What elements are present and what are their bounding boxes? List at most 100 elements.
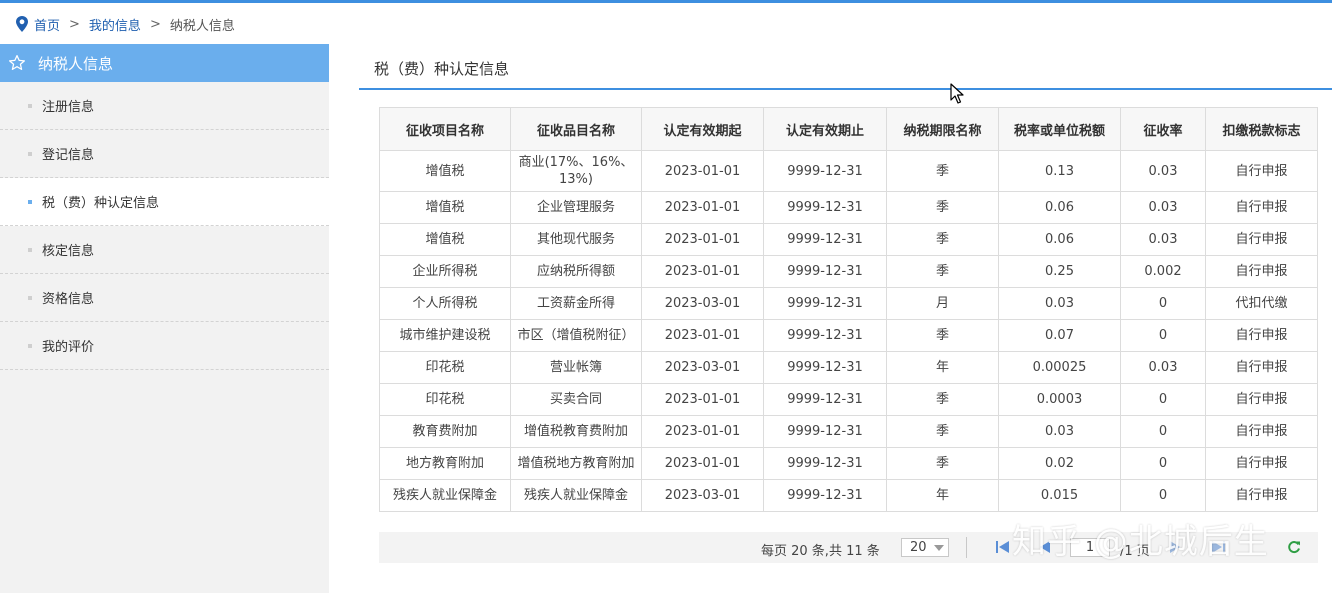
table-row: 增值税 商业(17%、16%、13%) 2023-01-01 9999-12-3… — [379, 150, 1318, 192]
table-cell: 0.07 — [998, 319, 1121, 352]
table-row: 个人所得税 工资薪金所得 2023-03-01 9999-12-31 月 0.0… — [379, 287, 1318, 320]
table-cell: 0.0003 — [998, 383, 1121, 416]
table-cell: 2023-01-01 — [641, 383, 764, 416]
column-header: 征收品目名称 — [510, 107, 642, 151]
sidebar-item-label: 注册信息 — [42, 100, 95, 115]
table-cell: 0.06 — [998, 191, 1121, 224]
table-cell: 自行申报 — [1205, 351, 1318, 384]
table-cell: 印花税 — [379, 351, 511, 384]
sidebar-item-registration[interactable]: 注册信息 — [0, 82, 329, 130]
table-cell: 增值税 — [379, 223, 511, 256]
table-cell: 9999-12-31 — [763, 150, 887, 192]
sidebar-item-qualification[interactable]: 资格信息 — [0, 274, 329, 322]
table-cell: 2023-01-01 — [641, 223, 764, 256]
table-cell: 9999-12-31 — [763, 223, 887, 256]
table-cell: 增值税 — [379, 191, 511, 224]
column-header: 认定有效期起 — [641, 107, 764, 151]
sidebar-item-evaluation[interactable]: 我的评价 — [0, 322, 329, 370]
breadcrumb-current: 纳税人信息 — [169, 18, 235, 34]
table-row: 地方教育附加 增值税地方教育附加 2023-01-01 9999-12-31 季… — [379, 447, 1318, 480]
pager-divider — [966, 537, 967, 558]
table-cell: 季 — [886, 255, 999, 288]
table-cell: 0.03 — [1120, 351, 1206, 384]
table-cell: 9999-12-31 — [763, 287, 887, 320]
table-cell: 9999-12-31 — [763, 319, 887, 352]
table-cell: 自行申报 — [1205, 150, 1318, 192]
table-row: 城市维护建设税 市区（增值税附征） 2023-01-01 9999-12-31 … — [379, 319, 1318, 352]
table-cell: 季 — [886, 415, 999, 448]
breadcrumb-my-info-link[interactable]: 我的信息 — [89, 15, 141, 34]
page-size-select[interactable]: 20 — [901, 538, 949, 557]
table-cell: 自行申报 — [1205, 255, 1318, 288]
sidebar-item-label: 资格信息 — [42, 292, 95, 307]
mouse-cursor-icon — [950, 83, 964, 104]
table-row: 增值税 其他现代服务 2023-01-01 9999-12-31 季 0.06 … — [379, 223, 1318, 256]
tax-type-table: 征收项目名称 征收品目名称 认定有效期起 认定有效期止 纳税期限名称 税率或单位… — [379, 107, 1318, 512]
table-cell: 季 — [886, 383, 999, 416]
table-row: 企业所得税 应纳税所得额 2023-01-01 9999-12-31 季 0.2… — [379, 255, 1318, 288]
table-row: 印花税 营业帐簿 2023-03-01 9999-12-31 年 0.00025… — [379, 351, 1318, 384]
breadcrumb-separator: > — [149, 16, 161, 32]
table-cell: 0.03 — [1120, 150, 1206, 192]
table-cell: 0.25 — [998, 255, 1121, 288]
table-cell: 2023-01-01 — [641, 415, 764, 448]
table-cell: 季 — [886, 223, 999, 256]
table-cell: 0.02 — [998, 447, 1121, 480]
dropdown-arrow-icon — [934, 545, 944, 551]
sidebar-item-record[interactable]: 登记信息 — [0, 130, 329, 178]
table-cell: 9999-12-31 — [763, 479, 887, 512]
table-cell: 季 — [886, 319, 999, 352]
table-cell: 残疾人就业保障金 — [379, 479, 511, 512]
table-cell: 0.03 — [1120, 223, 1206, 256]
refresh-icon[interactable] — [1287, 540, 1301, 554]
column-header: 扣缴税款标志 — [1205, 107, 1318, 151]
table-cell: 0 — [1120, 383, 1206, 416]
table-cell: 个人所得税 — [379, 287, 511, 320]
table-cell: 0 — [1120, 319, 1206, 352]
table-cell: 自行申报 — [1205, 415, 1318, 448]
table-cell: 年 — [886, 351, 999, 384]
table-cell: 季 — [886, 150, 999, 192]
bullet-icon — [28, 151, 32, 156]
table-cell: 应纳税所得额 — [510, 255, 642, 288]
table-cell: 自行申报 — [1205, 319, 1318, 352]
table-cell: 增值税教育费附加 — [510, 415, 642, 448]
page-size-value: 20 — [910, 540, 927, 555]
table-cell: 0.00025 — [998, 351, 1121, 384]
table-cell: 9999-12-31 — [763, 447, 887, 480]
star-icon — [8, 54, 26, 71]
sidebar-item-label: 登记信息 — [42, 148, 95, 163]
bullet-icon — [28, 199, 32, 204]
table-row: 教育费附加 增值税教育费附加 2023-01-01 9999-12-31 季 0… — [379, 415, 1318, 448]
table-cell: 0 — [1120, 415, 1206, 448]
watermark-text: 知乎 @北城后生 — [1012, 522, 1269, 562]
table-row: 增值税 企业管理服务 2023-01-01 9999-12-31 季 0.06 … — [379, 191, 1318, 224]
table-cell: 残疾人就业保障金 — [510, 479, 642, 512]
sidebar-header: 纳税人信息 — [0, 44, 329, 82]
bullet-icon — [28, 103, 32, 108]
table-cell: 9999-12-31 — [763, 383, 887, 416]
table-cell: 0 — [1120, 447, 1206, 480]
breadcrumb: 首页 > 我的信息 > 纳税人信息 — [14, 14, 235, 34]
sidebar-item-label: 核定信息 — [42, 244, 95, 259]
table-cell: 0.002 — [1120, 255, 1206, 288]
table-cell: 0.03 — [998, 287, 1121, 320]
breadcrumb-home-link[interactable]: 首页 — [34, 15, 60, 34]
column-header: 征收率 — [1120, 107, 1206, 151]
table-cell: 2023-03-01 — [641, 351, 764, 384]
table-cell: 买卖合同 — [510, 383, 642, 416]
table-cell: 自行申报 — [1205, 191, 1318, 224]
sidebar-item-assessment[interactable]: 核定信息 — [0, 226, 329, 274]
sidebar-item-tax-type[interactable]: 税（费）种认定信息 — [0, 178, 329, 226]
table-cell: 增值税地方教育附加 — [510, 447, 642, 480]
table-cell: 商业(17%、16%、13%) — [510, 150, 642, 192]
table-cell: 9999-12-31 — [763, 191, 887, 224]
pagination-summary: 每页 20 条,共 11 条 — [761, 544, 880, 559]
table-cell: 企业管理服务 — [510, 191, 642, 224]
table-cell: 自行申报 — [1205, 447, 1318, 480]
table-cell: 自行申报 — [1205, 383, 1318, 416]
table-cell: 0.06 — [998, 223, 1121, 256]
bullet-icon — [28, 247, 32, 252]
first-page-icon[interactable] — [996, 541, 1010, 553]
table-cell: 2023-03-01 — [641, 287, 764, 320]
